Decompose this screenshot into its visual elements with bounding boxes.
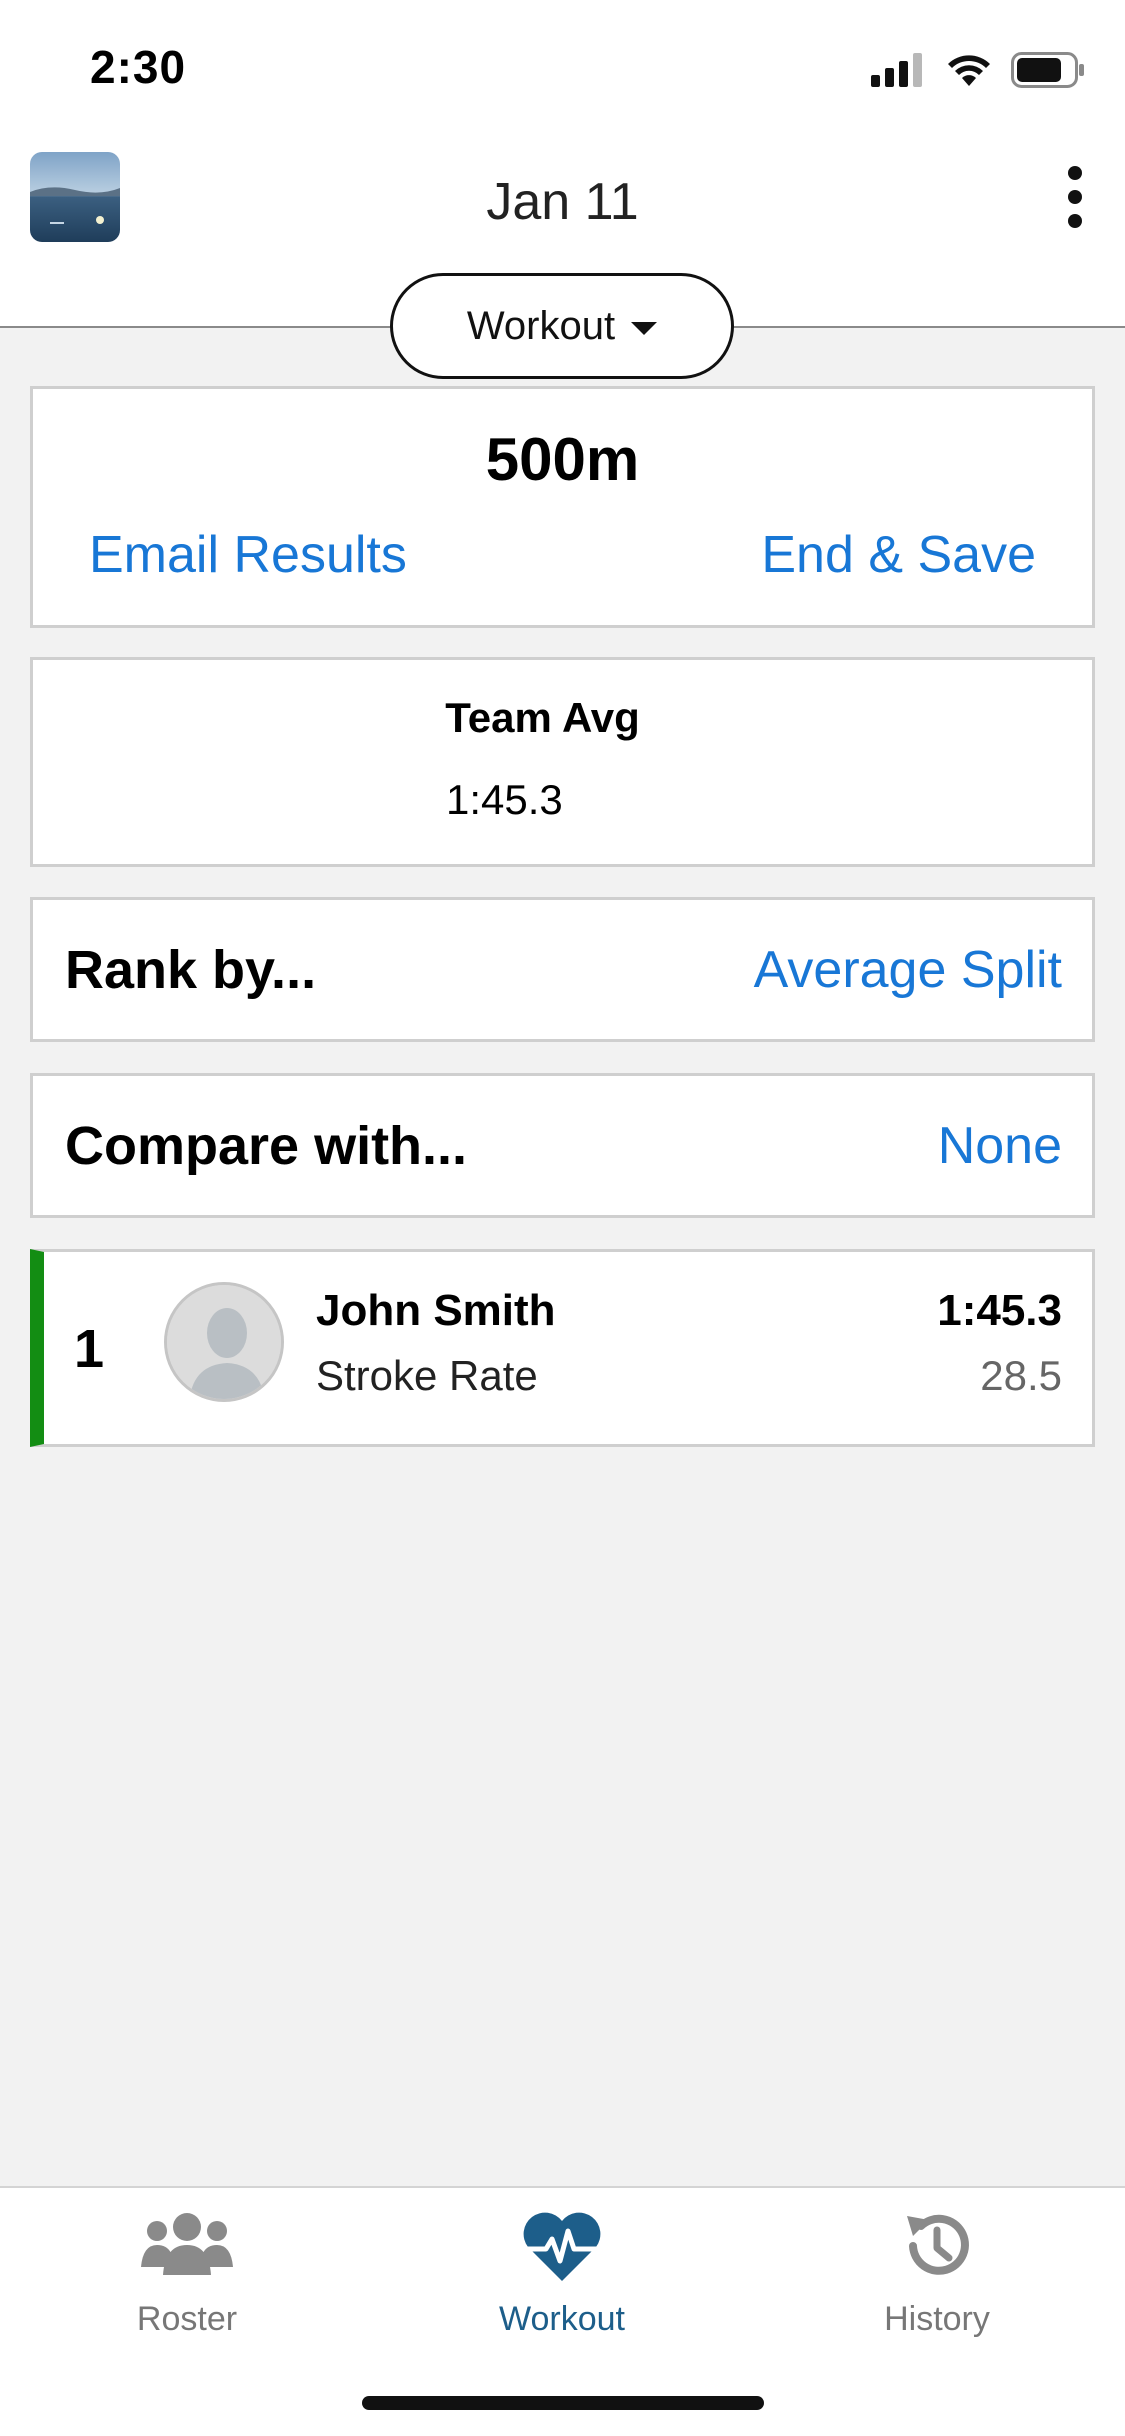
tab-history[interactable]: History [817,2206,1057,2339]
signal-icon [871,53,922,87]
athlete-metric-label: Stroke Rate [316,1352,538,1399]
mode-selector-label: Workout [466,303,616,348]
compare-with-value[interactable]: None [938,1116,1062,1176]
avatar [164,1282,284,1402]
caret-down-icon [631,321,658,335]
athlete-name: John Smith [316,1286,556,1335]
status-time: 2:30 [90,41,187,93]
tab-history-label: History [884,2300,990,2338]
wifi-icon [948,55,990,86]
team-average-label: Team Avg [445,694,640,741]
team-average-card: Team Avg 1:45.3 [30,657,1095,867]
athlete-rank: 1 [74,1319,105,1379]
workout-distance: 500m [485,426,640,493]
battery-icon [1011,52,1084,88]
compare-with-label: Compare with... [65,1115,468,1176]
rank-by-label: Rank by... [65,939,317,1000]
tab-roster-label: Roster [136,2300,238,2338]
tab-roster[interactable]: Roster [67,2206,307,2339]
email-results-button[interactable]: Email Results [89,525,407,585]
status-icons [871,50,1085,90]
mode-selector-dropdown[interactable]: Workout [390,273,734,379]
more-options-icon[interactable] [1055,162,1095,232]
rank-by-row[interactable]: Rank by... Average Split [30,897,1095,1042]
status-bar: 2:30 [0,0,1125,132]
users-icon [137,2206,237,2286]
person-silhouette-icon [167,1285,281,1399]
page-title: Jan 11 [486,173,639,231]
rank-by-value[interactable]: Average Split [754,940,1062,1000]
end-and-save-button[interactable]: End & Save [761,525,1036,585]
team-average-value: 1:45.3 [446,776,563,823]
athlete-metric-value: 28.5 [980,1352,1062,1399]
athlete-row[interactable]: 1 John Smith Stroke Rate 1:45.3 28.5 [30,1249,1095,1447]
heart-pulse-icon [512,2206,612,2286]
workout-summary-card: 500m Email Results End & Save [30,386,1095,628]
athlete-split: 1:45.3 [937,1286,1062,1335]
compare-with-row[interactable]: Compare with... None [30,1073,1095,1218]
history-icon [887,2206,987,2286]
tab-workout-label: Workout [499,2300,625,2338]
home-indicator[interactable] [362,2396,764,2410]
tab-workout[interactable]: Workout [442,2206,682,2339]
app-screen: 2:30 Jan 11 Workout 500m Email Results E… [0,0,1125,2436]
